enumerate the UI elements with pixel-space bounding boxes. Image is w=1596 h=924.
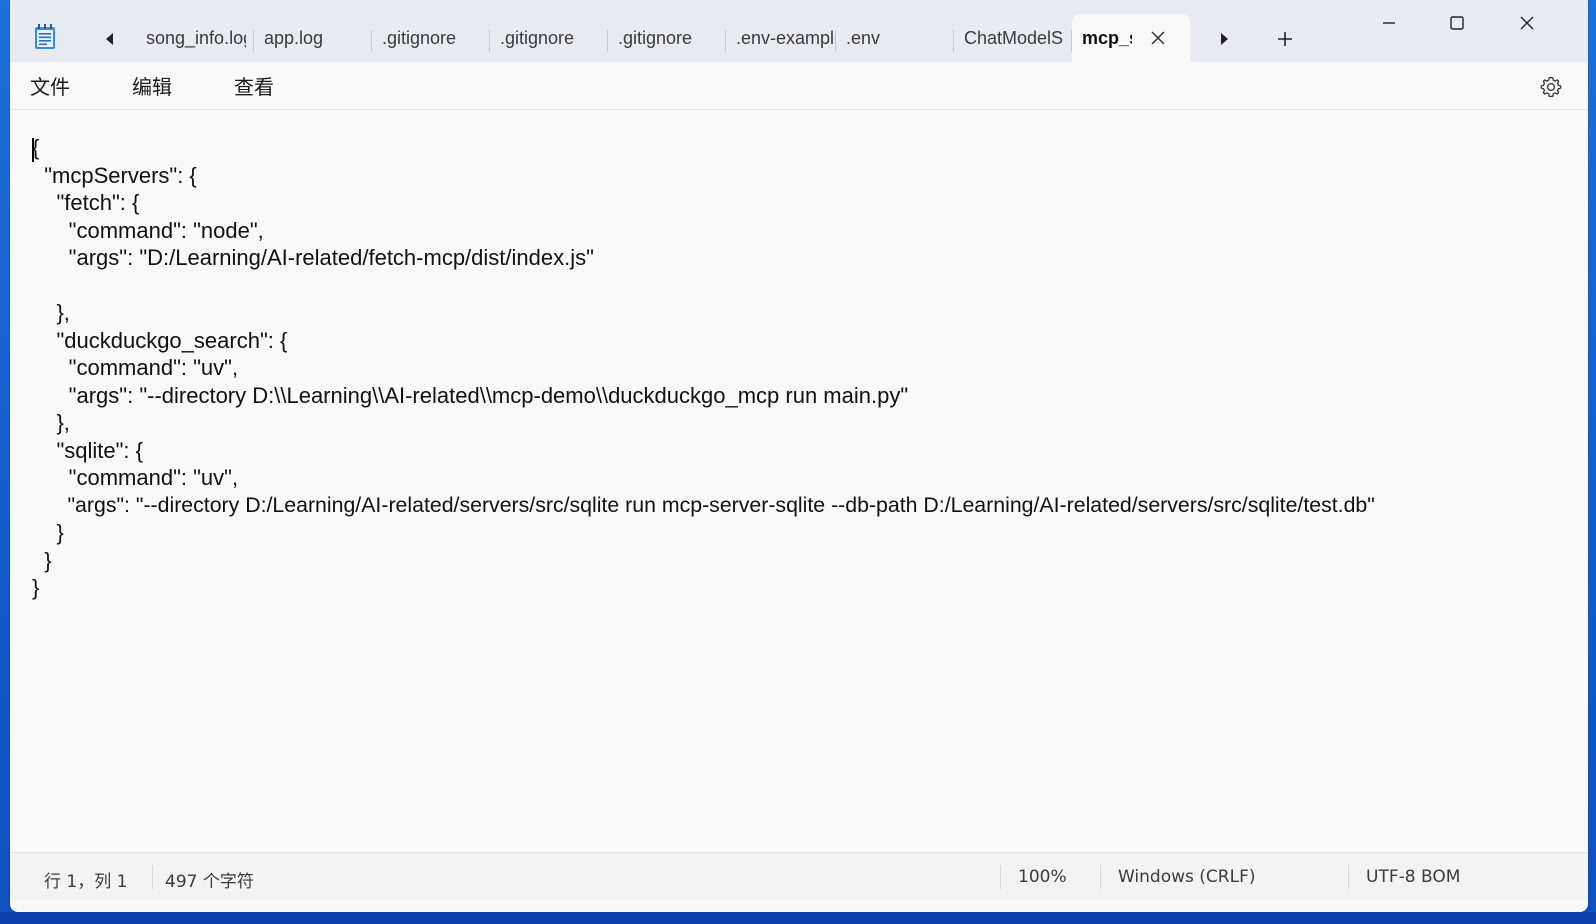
code-line: "mcpServers": { xyxy=(32,162,197,188)
close-icon xyxy=(1520,16,1534,30)
desktop-taskbar-edge xyxy=(0,912,1596,924)
close-tab-button[interactable] xyxy=(1148,28,1168,48)
caret-right-icon xyxy=(1221,33,1228,45)
tab-scroll-right-button[interactable] xyxy=(1206,24,1242,54)
status-divider xyxy=(1348,865,1349,889)
notepad-icon xyxy=(34,24,56,50)
code-line: { xyxy=(32,135,40,160)
tab-label: app.log xyxy=(264,27,324,48)
menu-view[interactable]: 查看 xyxy=(214,65,294,106)
tab-chatmodel[interactable]: ChatModelS xyxy=(954,14,1072,62)
character-count: 497 个字符 xyxy=(165,872,254,892)
line-ending[interactable]: Windows (CRLF) xyxy=(1118,867,1256,887)
status-bar: 行 1，列 1 497 个字符 100% Windows (CRLF) UTF-… xyxy=(10,852,1588,900)
code-line: "args": "--directory D:\\Learning\\AI-re… xyxy=(32,382,909,408)
tab-mcp-servers[interactable]: mcp_s xyxy=(1072,14,1190,62)
code-line: "args": "D:/Learning/AI-related/fetch-mc… xyxy=(32,245,594,270)
tab-song-info-log[interactable]: song_info.log xyxy=(136,14,254,62)
status-divider xyxy=(1000,865,1001,889)
tab-strip: song_info.log app.log .gitignore .gitign… xyxy=(10,0,1588,62)
code-line: "args": "--directory D:/Learning/AI-rela… xyxy=(32,492,1375,517)
caret-left-icon xyxy=(106,33,113,45)
encoding[interactable]: UTF-8 BOM xyxy=(1366,867,1460,887)
tab-label: .gitignore xyxy=(500,27,575,48)
menu-file[interactable]: 文件 xyxy=(10,65,90,106)
code-line: "sqlite": { xyxy=(32,437,143,463)
tab-label: .gitignore xyxy=(618,27,693,48)
maximize-button[interactable] xyxy=(1434,8,1480,38)
tab-env[interactable]: .env xyxy=(836,14,954,62)
menu-bar: 文件 编辑 查看 xyxy=(10,62,1588,110)
tab-label: .gitignore xyxy=(382,27,457,48)
new-tab-button[interactable] xyxy=(1270,24,1300,54)
settings-button[interactable] xyxy=(1536,72,1566,102)
code-line: "duckduckgo_search": { xyxy=(32,327,288,353)
gear-icon xyxy=(1540,76,1562,98)
code-line: "fetch": { xyxy=(32,190,140,215)
tab-gitignore-3[interactable]: .gitignore xyxy=(608,14,726,62)
minimize-icon xyxy=(1383,22,1395,24)
code-line: } xyxy=(32,520,64,545)
zoom-level[interactable]: 100% xyxy=(1018,867,1067,887)
tab-gitignore-1[interactable]: .gitignore xyxy=(372,14,490,62)
text-editor[interactable]: { "mcpServers": { "fetch": { "command": … xyxy=(10,110,1588,852)
tab-label: .env-example xyxy=(736,27,836,48)
tab-label: ChatModelS xyxy=(964,27,1064,48)
tab-env-example[interactable]: .env-example xyxy=(726,14,836,62)
status-divider xyxy=(152,865,153,889)
code-line: } xyxy=(32,547,52,573)
close-window-button[interactable] xyxy=(1504,8,1550,38)
cursor-position: 行 1，列 1 xyxy=(44,872,128,892)
tab-label: mcp_s xyxy=(1082,27,1132,48)
menu-edit[interactable]: 编辑 xyxy=(112,65,192,106)
text-caret xyxy=(32,138,34,162)
plus-icon xyxy=(1278,32,1292,46)
code-line: }, xyxy=(32,300,70,325)
close-icon xyxy=(1151,31,1165,45)
tab-label: song_info.log xyxy=(146,27,246,48)
code-line: "command": "node", xyxy=(32,217,264,243)
code-line: }, xyxy=(32,410,70,435)
status-divider xyxy=(1100,865,1101,889)
code-line: "command": "uv", xyxy=(32,465,239,490)
minimize-button[interactable] xyxy=(1366,8,1412,38)
code-line: "command": "uv", xyxy=(32,355,239,380)
code-line: } xyxy=(32,575,40,600)
notepad-window: song_info.log app.log .gitignore .gitign… xyxy=(10,0,1588,912)
maximize-icon xyxy=(1450,16,1464,30)
tab-scroll-left-button[interactable] xyxy=(92,24,128,54)
tab-app-log[interactable]: app.log xyxy=(254,14,372,62)
tab-label: .env xyxy=(846,27,881,48)
tab-gitignore-2[interactable]: .gitignore xyxy=(490,14,608,62)
tab-list: song_info.log app.log .gitignore .gitign… xyxy=(136,14,1190,62)
